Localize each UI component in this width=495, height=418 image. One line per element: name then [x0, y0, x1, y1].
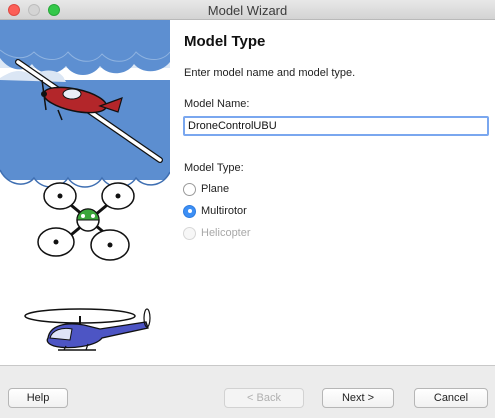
radio-helicopter: Helicopter	[183, 225, 251, 241]
back-button: < Back	[224, 388, 304, 408]
model-name-input[interactable]	[183, 116, 489, 136]
wizard-content-panel: Model Type Enter model name and model ty…	[170, 20, 495, 365]
radio-helicopter-button	[183, 227, 196, 240]
model-name-label: Model Name:	[184, 98, 249, 110]
radio-plane-button[interactable]	[183, 183, 196, 196]
radio-multirotor[interactable]: Multirotor	[183, 203, 247, 219]
radio-plane[interactable]: Plane	[183, 181, 229, 197]
radio-helicopter-label: Helicopter	[201, 227, 251, 239]
model-type-label: Model Type:	[184, 162, 244, 174]
cancel-button[interactable]: Cancel	[414, 388, 488, 408]
wizard-footer: Help < Back Next > Cancel	[0, 366, 495, 418]
radio-multirotor-label[interactable]: Multirotor	[201, 205, 247, 217]
window-title: Model Wizard	[0, 3, 495, 18]
next-button[interactable]: Next >	[322, 388, 394, 408]
helicopter-illustration	[25, 309, 150, 350]
wizard-illustration-panel	[0, 20, 170, 365]
radio-plane-label[interactable]: Plane	[201, 183, 229, 195]
model-wizard-window: Model Wizard	[0, 0, 495, 418]
help-button[interactable]: Help	[8, 388, 68, 408]
title-bar: Model Wizard	[0, 0, 495, 20]
quadcopter-illustration	[38, 183, 134, 260]
page-description: Enter model name and model type.	[184, 67, 355, 79]
page-title: Model Type	[184, 33, 265, 50]
radio-multirotor-button[interactable]	[183, 205, 196, 218]
sky-background-illustration	[0, 71, 170, 191]
wizard-illustration	[0, 20, 170, 365]
